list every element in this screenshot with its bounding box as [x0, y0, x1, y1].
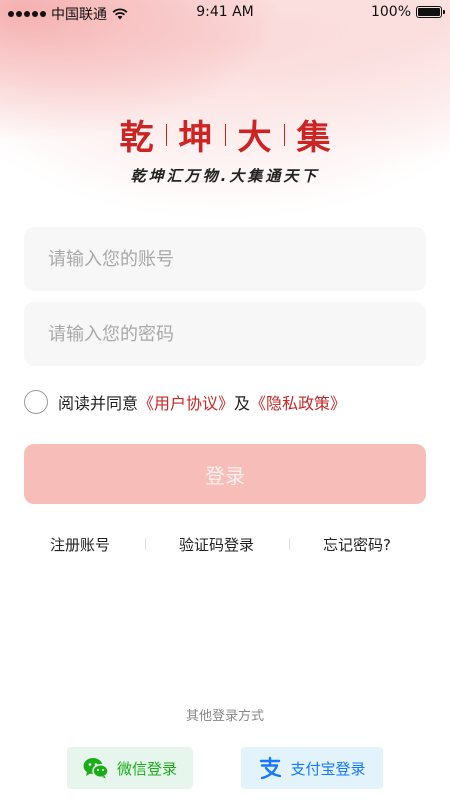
wechat-icon	[83, 758, 109, 779]
logo-separator	[283, 123, 285, 146]
account-field	[24, 227, 426, 291]
wechat-login-label: 微信登录	[116, 759, 177, 778]
register-link[interactable]: 注册账号	[50, 534, 110, 555]
password-input[interactable]	[24, 302, 426, 366]
agreement-and: 及	[234, 394, 251, 413]
logo-title: 乾 坤 大 集	[0, 110, 450, 159]
login-button[interactable]: 登录	[24, 444, 426, 504]
user-agreement-link[interactable]: 《用户协议》	[138, 390, 234, 414]
sms-login-link[interactable]: 验证码登录	[179, 534, 254, 555]
status-right: 100%	[370, 4, 445, 20]
status-bar: 中国联通 9:41 AM 100%	[0, 0, 450, 26]
agreement-row: 阅读并同意 《用户协议》 及 《隐私政策》	[24, 389, 346, 415]
logo-char-2: 坤	[178, 118, 213, 158]
logo-slogan: 乾坤汇万物.大集通天下	[130, 167, 320, 185]
link-divider	[145, 538, 146, 550]
logo-char-1: 乾	[119, 118, 154, 158]
agreement-checkbox[interactable]	[24, 390, 48, 414]
alipay-login-button[interactable]: 支付宝登录	[241, 747, 383, 789]
account-input[interactable]	[24, 227, 426, 291]
logo-separator	[224, 123, 226, 146]
alipay-icon	[260, 756, 282, 780]
forgot-password-link[interactable]: 忘记密码?	[323, 534, 391, 555]
privacy-policy-link[interactable]: 《隐私政策》	[250, 390, 346, 414]
secondary-links: 注册账号 验证码登录 忘记密码?	[0, 532, 450, 556]
app-logo: 乾 坤 大 集 乾坤汇万物.大集通天下	[0, 110, 450, 186]
battery-icon	[416, 6, 445, 18]
logo-separator	[165, 123, 167, 146]
other-login-title: 其他登录方式	[185, 709, 264, 724]
battery-label: 100%	[370, 4, 411, 20]
wechat-login-button[interactable]: 微信登录	[67, 747, 193, 789]
logo-char-4: 集	[296, 118, 331, 158]
link-divider	[289, 538, 290, 550]
logo-char-3: 大	[237, 118, 272, 158]
password-field	[24, 302, 426, 366]
alipay-login-label: 支付宝登录	[290, 759, 366, 778]
agreement-prefix: 阅读并同意	[58, 394, 139, 413]
